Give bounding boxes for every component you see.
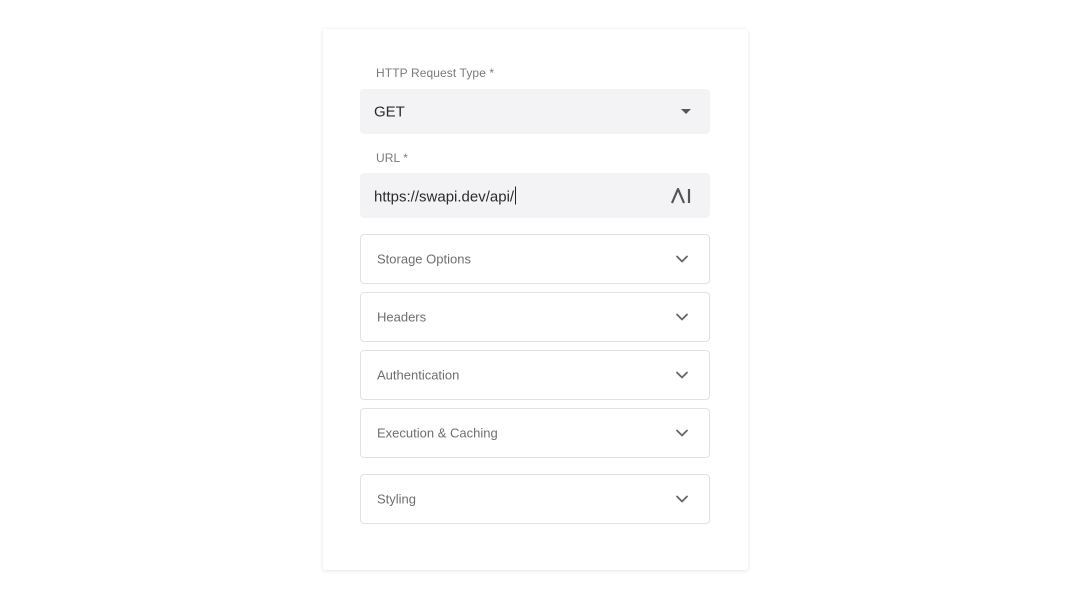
http-request-type-select[interactable]: GET (360, 89, 710, 134)
url-field[interactable]: https://swapi.dev/api/ (360, 173, 710, 218)
url-input-value: https://swapi.dev/api/ (374, 186, 517, 205)
text-cursor (515, 186, 517, 204)
chevron-down-icon (676, 495, 688, 503)
accordion-execution-caching[interactable]: Execution & Caching (360, 408, 710, 458)
accordion-label: Headers (377, 309, 427, 325)
chevron-down-icon (676, 313, 688, 321)
accordion-label: Authentication (377, 367, 460, 383)
caret-down-icon (681, 108, 691, 114)
chevron-down-icon (676, 371, 688, 379)
accordion-styling[interactable]: Styling (360, 474, 710, 524)
accordion-label: Styling (377, 491, 417, 507)
http-request-type-value: GET (374, 103, 405, 120)
accordion-storage-options[interactable]: Storage Options (360, 234, 710, 284)
accordion-authentication[interactable]: Authentication (360, 350, 710, 400)
accordion-label: Storage Options (377, 251, 471, 267)
http-request-type-label: HTTP Request Type * (376, 66, 495, 80)
request-config-card: HTTP Request Type * GET URL * https://sw… (323, 29, 748, 570)
chevron-down-icon (676, 255, 688, 263)
accordion-label: Execution & Caching (377, 425, 498, 441)
accordion-headers[interactable]: Headers (360, 292, 710, 342)
ai-icon[interactable] (670, 187, 692, 204)
url-label: URL * (376, 151, 409, 165)
chevron-down-icon (676, 429, 688, 437)
url-text: https://swapi.dev/api/ (374, 188, 515, 205)
